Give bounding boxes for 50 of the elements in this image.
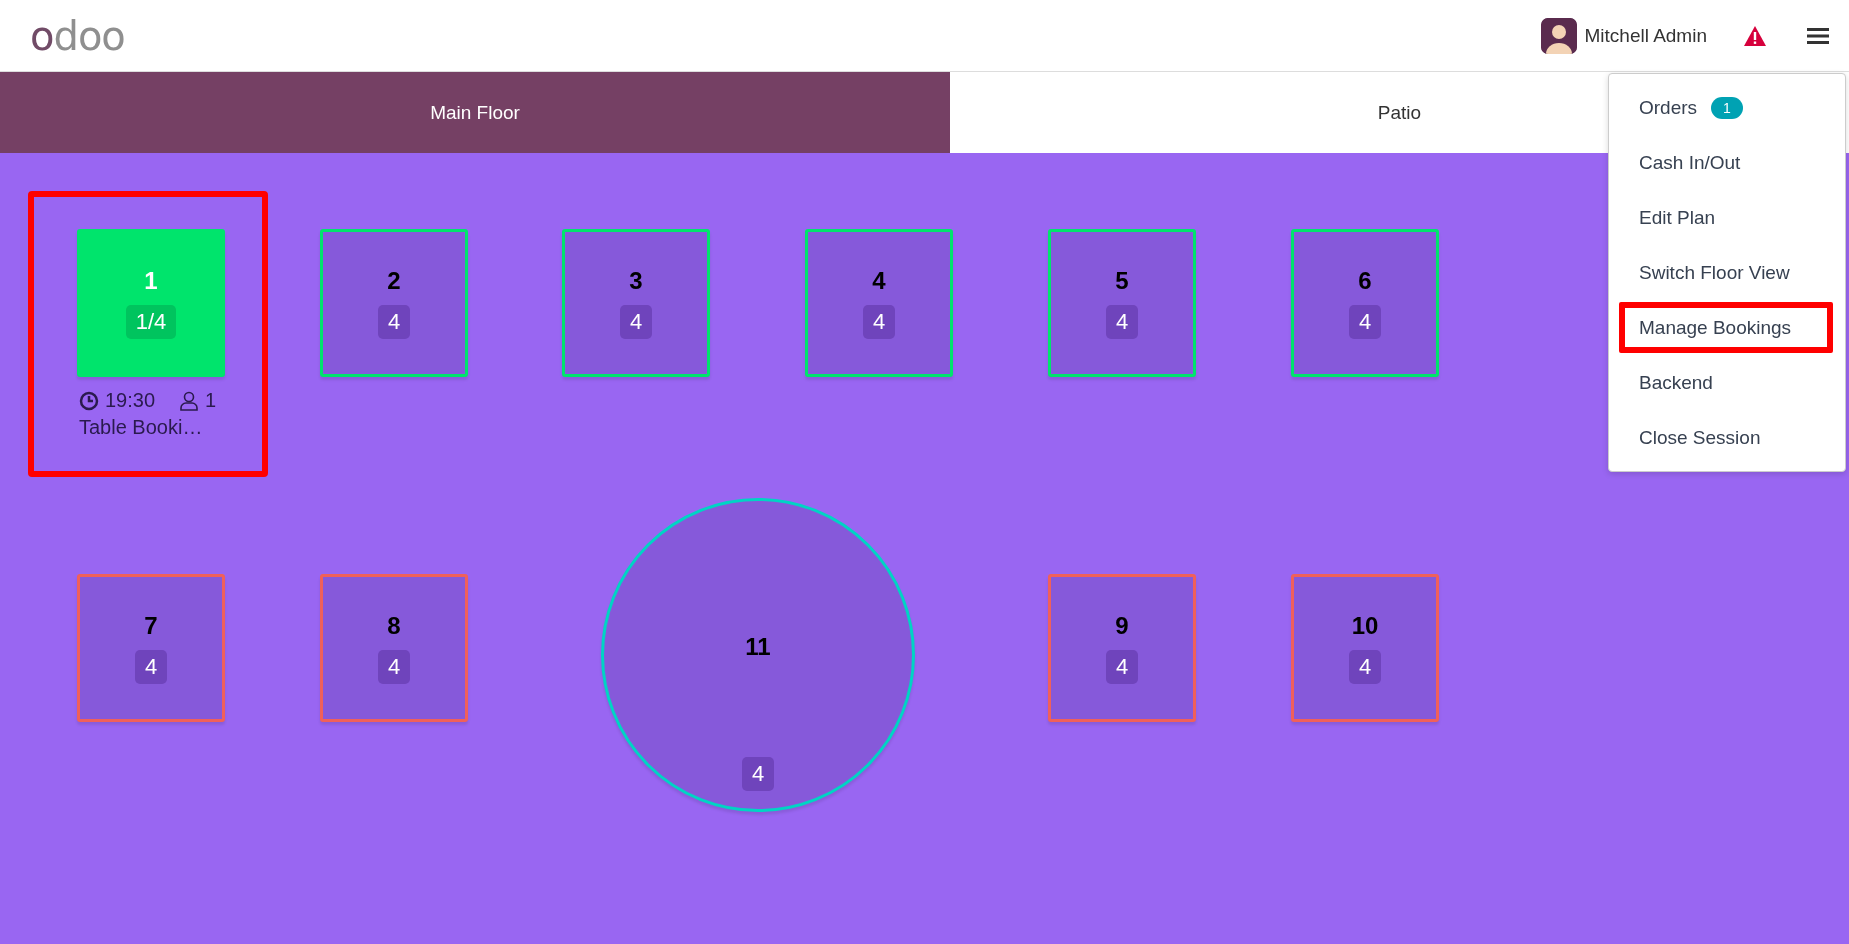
booking-guests: 1: [205, 389, 217, 412]
seat-count: 4: [134, 650, 168, 684]
menu-item[interactable]: Close Session: [1609, 410, 1845, 465]
table[interactable]: 2 4: [320, 229, 468, 377]
table-number: 6: [1358, 267, 1372, 295]
booking-name: Table Booki…: [79, 416, 204, 439]
table[interactable]: 5 4: [1048, 229, 1196, 377]
table-number: 11: [745, 633, 771, 661]
table-number: 5: [1115, 267, 1129, 295]
warning-icon[interactable]: [1743, 24, 1767, 47]
menu-item[interactable]: Edit Plan: [1609, 190, 1845, 245]
count-badge: 1: [1711, 96, 1743, 119]
table-number: 3: [629, 267, 643, 295]
table[interactable]: 4 4: [805, 229, 953, 377]
menu-icon[interactable]: [1807, 26, 1829, 45]
table-number: 4: [872, 267, 886, 295]
table-number: 7: [144, 612, 158, 640]
table[interactable]: 10 4: [1291, 574, 1439, 722]
table-number: 8: [387, 612, 401, 640]
table[interactable]: 8 4: [320, 574, 468, 722]
table-number: 9: [1115, 612, 1129, 640]
booking-time: 19:30: [105, 389, 156, 412]
menu-item[interactable]: Backend: [1609, 355, 1845, 410]
seat-count: 4: [377, 305, 411, 339]
table[interactable]: 7 4: [77, 574, 225, 722]
menu-item[interactable]: Manage Bookings: [1617, 300, 1835, 355]
menu-item[interactable]: Switch Floor View: [1609, 245, 1845, 300]
table-number: 10: [1351, 612, 1379, 640]
person-icon: [179, 390, 200, 411]
table-number: 1: [144, 267, 158, 295]
seat-count: 4: [741, 757, 775, 791]
seat-count: 4: [862, 305, 896, 339]
clock-icon: [79, 390, 99, 411]
seat-count: 4: [1348, 305, 1382, 339]
table[interactable]: 9 4: [1048, 574, 1196, 722]
seat-count: 4: [1348, 650, 1382, 684]
seat-count: 4: [1105, 305, 1139, 339]
seat-count: 4: [1105, 650, 1139, 684]
logo[interactable]: odoo: [30, 12, 125, 59]
seat-count: 4: [619, 305, 653, 339]
table[interactable]: 11 4: [601, 498, 915, 812]
user-name[interactable]: Mitchell Admin: [1584, 24, 1707, 47]
floor-tab[interactable]: Main Floor: [0, 72, 950, 153]
menu-item[interactable]: Orders 1: [1609, 80, 1845, 135]
table[interactable]: 6 4: [1291, 229, 1439, 377]
table-number: 2: [387, 267, 401, 295]
seat-count: 1/4: [125, 305, 177, 339]
seat-count: 4: [377, 650, 411, 684]
avatar-icon[interactable]: [1540, 17, 1577, 54]
table[interactable]: 3 4: [562, 229, 710, 377]
